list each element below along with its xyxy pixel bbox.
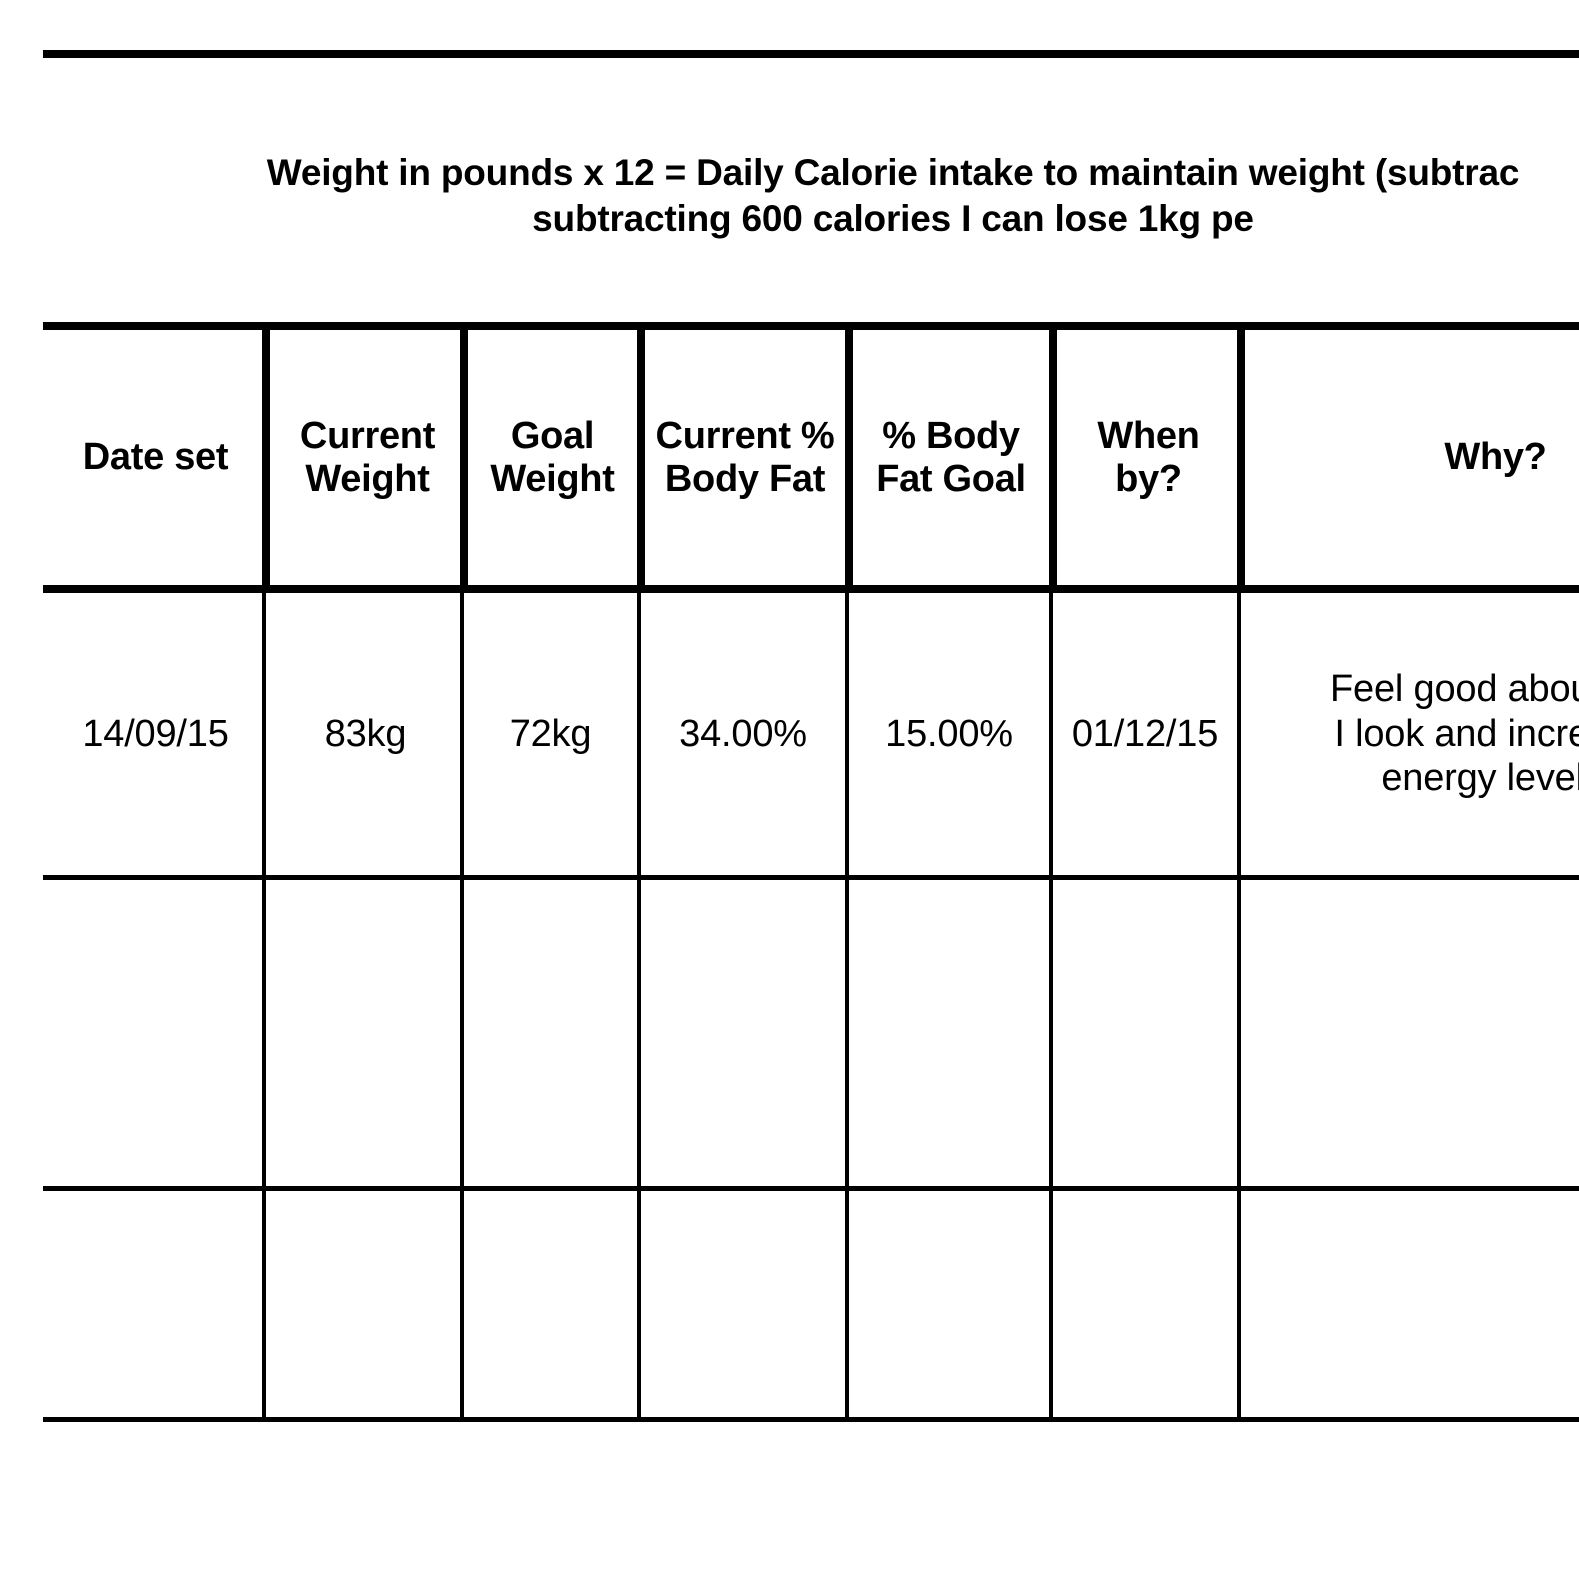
- calorie-note-text: Weight in pounds x 12 = Daily Calorie in…: [266, 152, 1520, 240]
- cell-date-set-row1[interactable]: 14/09/15: [49, 593, 262, 875]
- row1-divider-6: [1237, 593, 1241, 875]
- row2-divider-2: [460, 880, 464, 1186]
- cell-when-by-row3[interactable]: [1053, 1191, 1237, 1417]
- column-header-when-by[interactable]: When by?: [1060, 330, 1237, 585]
- row1-divider-1: [262, 593, 266, 875]
- cell-current-body-fat-row2[interactable]: [641, 880, 845, 1186]
- row3-divider-5: [1049, 1191, 1053, 1417]
- column-header-body-fat-goal[interactable]: % Body Fat Goal: [853, 330, 1049, 585]
- worksheet-canvas: Weight in pounds x 12 = Daily Calorie in…: [0, 0, 1579, 1580]
- header-divider-1: [262, 330, 270, 585]
- cell-why-row1[interactable]: Feel good about ho I look and increase e…: [1241, 593, 1579, 875]
- header-divider-4: [845, 330, 853, 585]
- row3-divider-3: [637, 1191, 641, 1417]
- row3-divider-6: [1237, 1191, 1241, 1417]
- cell-current-weight-row2[interactable]: [271, 880, 460, 1186]
- cell-current-weight-row3[interactable]: [271, 1191, 460, 1417]
- cell-why-row3[interactable]: [1241, 1191, 1579, 1417]
- row3-divider-4: [845, 1191, 849, 1417]
- header-divider-3: [637, 330, 645, 585]
- cell-current-body-fat-row3[interactable]: [641, 1191, 845, 1417]
- table-grid: Date set Current Weight Goal Weight Curr…: [43, 330, 1579, 1422]
- goal-table: Weight in pounds x 12 = Daily Calorie in…: [43, 0, 1579, 1422]
- cell-goal-weight-row2[interactable]: [464, 880, 637, 1186]
- row1-divider-4: [845, 593, 849, 875]
- cell-goal-weight-row1[interactable]: 72kg: [464, 593, 637, 875]
- cell-why-row2[interactable]: [1241, 880, 1579, 1186]
- column-header-current-body-fat[interactable]: Current % Body Fat: [645, 330, 845, 585]
- row2-divider-5: [1049, 880, 1053, 1186]
- cell-body-fat-goal-row2[interactable]: [849, 880, 1049, 1186]
- header-divider-2: [460, 330, 468, 585]
- cell-date-set-row2[interactable]: [49, 880, 262, 1186]
- rule-above-header: [43, 322, 1579, 330]
- column-header-date-set[interactable]: Date set: [49, 330, 262, 585]
- clipped-top-row: [43, 0, 1579, 50]
- header-divider-5: [1049, 330, 1057, 585]
- row1-divider-2: [460, 593, 464, 875]
- rule-table-bottom: [43, 1417, 1579, 1422]
- row1-divider-5: [1049, 593, 1053, 875]
- row1-divider-3: [637, 593, 641, 875]
- row3-divider-2: [460, 1191, 464, 1417]
- cell-body-fat-goal-row3[interactable]: [849, 1191, 1049, 1417]
- column-header-current-weight[interactable]: Current Weight: [275, 330, 460, 585]
- cell-when-by-row1[interactable]: 01/12/15: [1053, 593, 1237, 875]
- cell-current-body-fat-row1[interactable]: 34.00%: [641, 593, 845, 875]
- row2-divider-4: [845, 880, 849, 1186]
- cell-goal-weight-row3[interactable]: [464, 1191, 637, 1417]
- cell-current-weight-row1[interactable]: 83kg: [271, 593, 460, 875]
- row2-divider-3: [637, 880, 641, 1186]
- header-divider-6: [1237, 330, 1245, 585]
- row2-divider-6: [1237, 880, 1241, 1186]
- column-header-why[interactable]: Why?: [1248, 330, 1579, 585]
- rule-above-note: [43, 50, 1579, 58]
- cell-body-fat-goal-row1[interactable]: 15.00%: [849, 593, 1049, 875]
- rule-below-header: [43, 585, 1579, 593]
- row3-divider-1: [262, 1191, 266, 1417]
- column-header-goal-weight[interactable]: Goal Weight: [468, 330, 637, 585]
- note-band[interactable]: Weight in pounds x 12 = Daily Calorie in…: [43, 58, 1579, 322]
- cell-when-by-row2[interactable]: [1053, 880, 1237, 1186]
- cell-date-set-row3[interactable]: [49, 1191, 262, 1417]
- row2-divider-1: [262, 880, 266, 1186]
